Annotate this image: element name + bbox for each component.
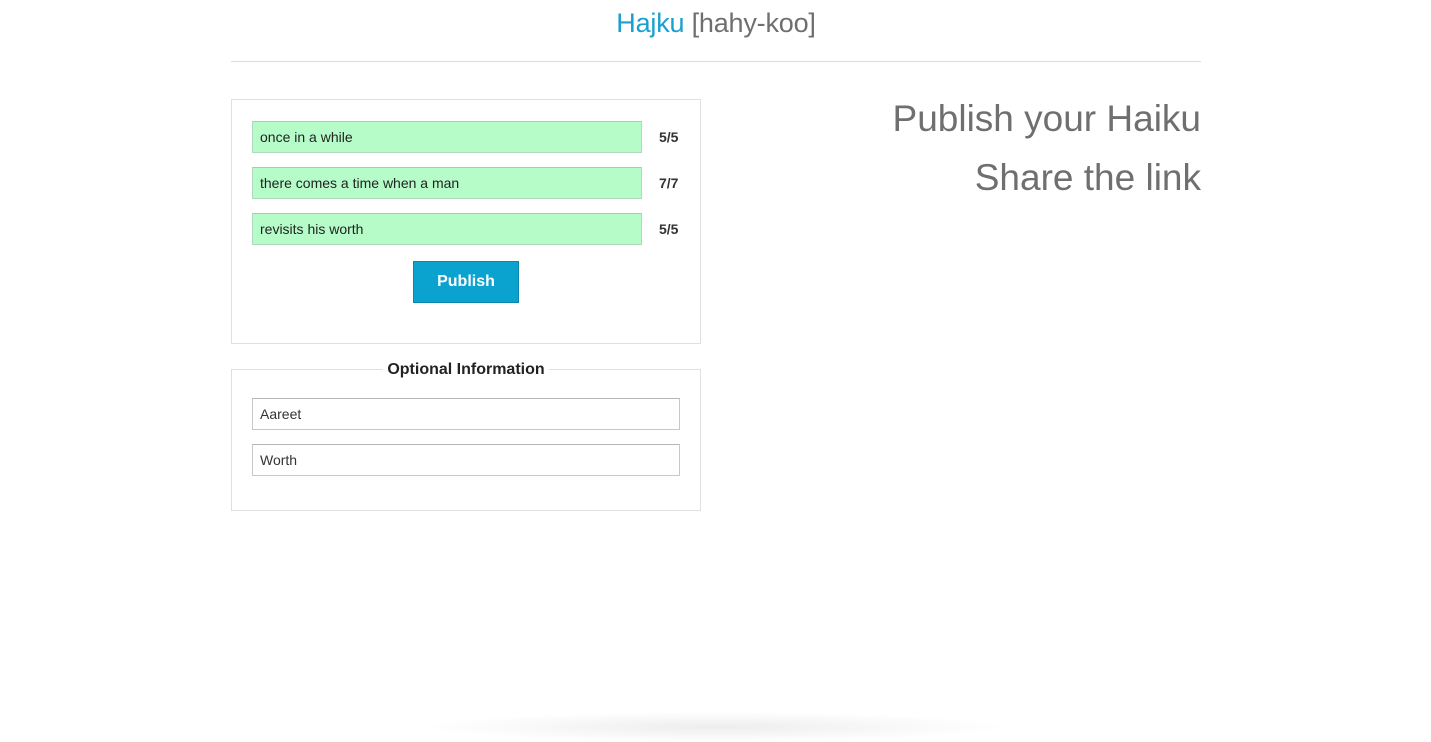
optional-information-title: Optional Information <box>383 361 549 379</box>
optional-information-legend: Optional Information <box>232 361 700 379</box>
pronunciation: [hahy-koo] <box>691 8 816 38</box>
haiku-line-1-row: 5/5 <box>252 121 682 153</box>
optional-information-fieldset: Optional Information <box>231 361 701 511</box>
site-title: Hajku [hahy-koo] <box>616 7 816 39</box>
first-name-input[interactable] <box>252 398 680 430</box>
haiku-line-3-row: 5/5 <box>252 213 682 245</box>
publish-button[interactable]: Publish <box>413 261 519 303</box>
tagline-share: Share the link <box>974 157 1201 198</box>
haiku-line-1-input[interactable] <box>252 121 642 153</box>
haiku-line-3-syllable-count: 5/5 <box>659 221 679 237</box>
haiku-line-2-syllable-count: 7/7 <box>659 175 679 191</box>
haiku-line-2-row: 7/7 <box>252 167 682 199</box>
brand-name[interactable]: Hajku <box>616 8 684 38</box>
last-name-input[interactable] <box>252 444 680 476</box>
tagline-publish: Publish your Haiku <box>892 98 1201 139</box>
haiku-line-2-input[interactable] <box>252 167 642 199</box>
bottom-shadow <box>420 712 1010 742</box>
haiku-line-3-input[interactable] <box>252 213 642 245</box>
site-header: Hajku [hahy-koo] <box>231 0 1201 62</box>
haiku-form: 5/5 7/7 5/5 Publish <box>231 99 701 344</box>
haiku-line-1-syllable-count: 5/5 <box>659 129 679 145</box>
